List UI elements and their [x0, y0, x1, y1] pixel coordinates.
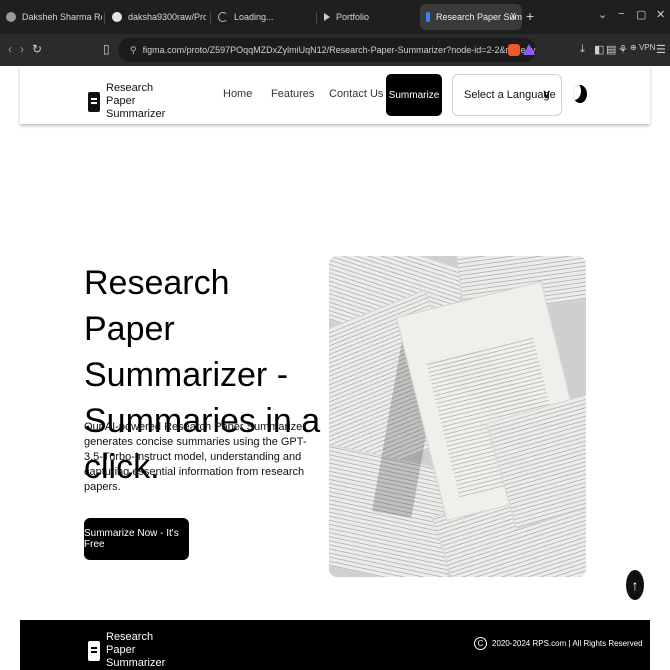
tab-label: daksha9300raw/Product-Store-Wel	[128, 12, 206, 22]
tab-label: Loading...	[234, 12, 274, 22]
url-text: figma.com/proto/Z597POqqMZDxZylmiUqN12/R…	[142, 45, 536, 55]
vpn-button[interactable]: ⊕ VPN	[630, 43, 655, 52]
browser-tab-bar: Daksheh Sharma Resume.pdf daksha9300raw/…	[0, 0, 670, 34]
scroll-logo-icon	[88, 640, 100, 661]
site-logo[interactable]: Research Paper Summarizer	[88, 82, 176, 121]
copyright: C 2020-2024 RPS.com | All Rights Reserve…	[474, 637, 643, 650]
brand-name: Research Paper Summarizer	[106, 82, 166, 120]
nav-home[interactable]: Home	[223, 88, 252, 100]
forward-icon[interactable]: ›	[20, 42, 24, 56]
scroll-to-top-button[interactable]: ↑	[626, 570, 644, 600]
wallet-icon[interactable]: ▤	[606, 43, 616, 56]
tab-label: Portfolio	[336, 12, 370, 22]
browser-address-bar: ‹ › ↻ ▯ ⚲ figma.com/proto/Z597POqqMZDxZy…	[0, 34, 670, 66]
extensions-icon[interactable]: ⚘	[618, 43, 628, 56]
github-icon	[112, 12, 122, 22]
brave-rewards-icon[interactable]	[523, 44, 535, 55]
copyright-text: 2020-2024 RPS.com | All Rights Reserved	[492, 639, 643, 648]
tab-research-paper-summarizer[interactable]: Research Paper Summarizer x	[420, 4, 522, 30]
hero-description: Our AI-powered Research Paper Summarizer…	[84, 421, 307, 493]
hero-image-papers	[329, 256, 586, 577]
url-input[interactable]: ⚲ figma.com/proto/Z597POqqMZDxZylmiUqN12…	[118, 38, 536, 62]
tab-divider	[210, 12, 211, 24]
tab-list-chevron-icon[interactable]: ⌄	[598, 8, 607, 21]
sidebar-icon[interactable]: ◧	[594, 43, 604, 56]
chevron-down-icon: ∨	[542, 87, 551, 101]
scroll-logo-icon	[88, 91, 100, 112]
close-tab-icon[interactable]: x	[511, 10, 517, 22]
new-tab-button[interactable]: +	[526, 8, 534, 24]
tab-divider	[316, 12, 317, 24]
language-select[interactable]: Select a Language ∨	[452, 74, 562, 116]
bookmark-icon[interactable]: ▯	[103, 42, 110, 56]
site-info-icon[interactable]: ⚲	[130, 45, 137, 56]
dark-mode-toggle-icon[interactable]	[573, 85, 587, 103]
loading-icon	[218, 12, 228, 22]
page-viewport: Research Paper Summarizer Home Features …	[0, 66, 670, 670]
site-footer: Research Paper Summarizer C 2020-2024 RP…	[20, 620, 650, 670]
page-icon	[426, 12, 430, 22]
tab-divider	[104, 12, 105, 24]
footer-brand-name: Research Paper Summarizer	[106, 631, 166, 669]
close-window-icon[interactable]: ✕	[656, 8, 665, 21]
back-icon[interactable]: ‹	[8, 42, 12, 56]
footer-logo[interactable]: Research Paper Summarizer	[88, 631, 176, 670]
summarize-button[interactable]: Summarize	[386, 74, 442, 116]
restore-icon[interactable]: ▢	[636, 8, 646, 21]
menu-icon[interactable]: ☰	[656, 43, 666, 56]
download-icon[interactable]: ⤓	[580, 43, 585, 56]
site-header: Research Paper Summarizer Home Features …	[20, 66, 650, 124]
summarize-now-button[interactable]: Summarize Now - It's Free	[84, 518, 189, 560]
reload-icon[interactable]: ↻	[32, 42, 42, 56]
brave-shield-icon[interactable]	[508, 44, 520, 56]
tab-portfolio[interactable]: Portfolio	[318, 4, 416, 30]
tab-loading[interactable]: Loading...	[212, 4, 312, 30]
globe-icon	[6, 12, 16, 22]
nav-contact-us[interactable]: Contact Us	[329, 88, 383, 100]
tab-github[interactable]: daksha9300raw/Product-Store-Wel	[106, 4, 206, 30]
tab-label: Daksheh Sharma Resume.pdf	[22, 12, 102, 22]
tab-resume[interactable]: Daksheh Sharma Resume.pdf	[0, 4, 102, 30]
nav-features[interactable]: Features	[271, 88, 314, 100]
play-icon	[324, 13, 330, 21]
tab-label: Research Paper Summarizer	[436, 12, 522, 22]
minimize-icon[interactable]: −	[618, 8, 624, 20]
copyright-icon: C	[474, 637, 487, 650]
vpn-label: VPN	[638, 43, 656, 52]
